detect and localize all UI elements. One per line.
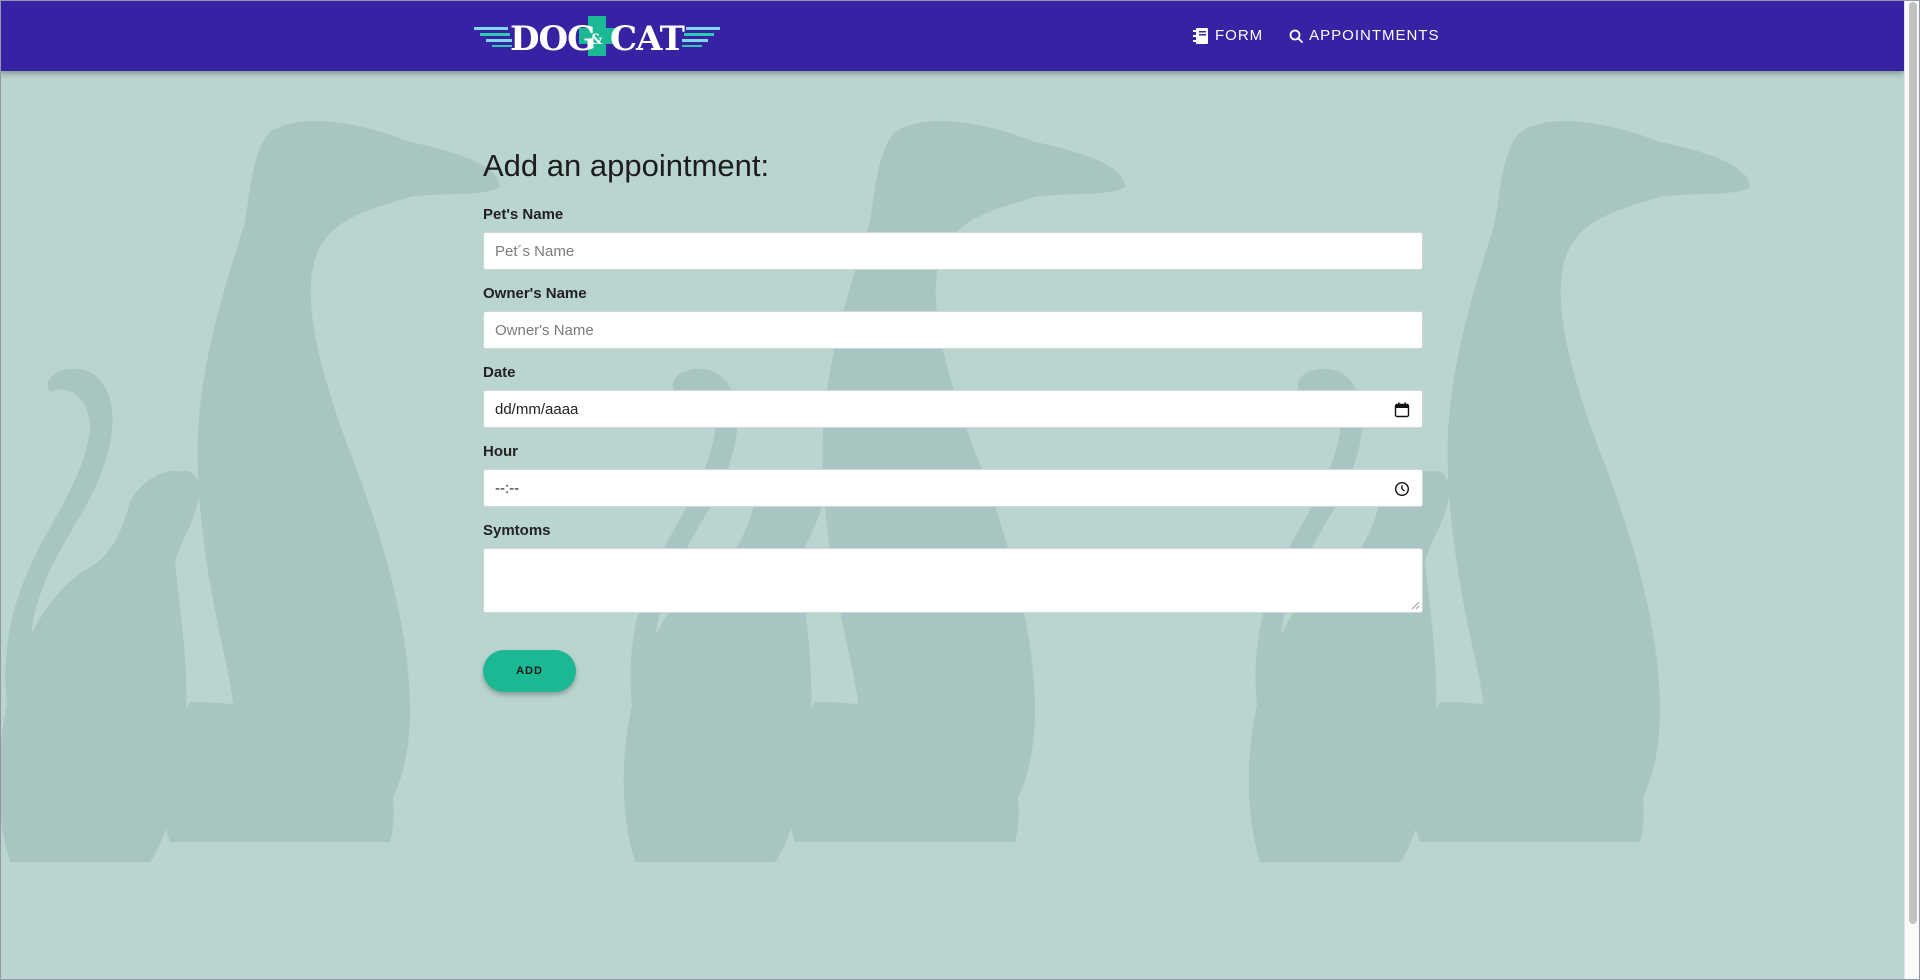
nav-link-appointments[interactable]: Appointments [1289,27,1453,44]
date-label: Date [483,364,516,381]
book-icon [1193,27,1208,44]
nav-link-appointments-label: Appointments [1309,27,1440,44]
symptoms-textarea[interactable] [483,548,1423,613]
owner-name-group: Owner's Name [483,285,1423,349]
pet-name-label: Pet's Name [483,206,564,223]
clock-icon[interactable] [1394,481,1410,497]
top-navbar: DOG & CAT Form Appointments [0,0,1904,71]
symptoms-group: Symtoms [483,522,1423,613]
add-button[interactable]: Add [483,650,576,692]
pet-name-input[interactable] [495,233,1411,269]
nav-link-form[interactable]: Form [1193,27,1277,45]
pet-name-field [483,232,1423,270]
scrollbar-thumb[interactable] [1909,2,1917,924]
owner-name-field [483,311,1423,349]
svg-text:CAT: CAT [610,19,685,58]
appointment-form: Add an appointment: Pet's Name Owner's N… [483,146,1423,692]
pet-name-group: Pet's Name [483,206,1423,270]
symptoms-label: Symtoms [483,522,551,539]
svg-text:DOG: DOG [510,19,595,58]
dog-and-cat-logo[interactable]: DOG & CAT [474,14,720,58]
page-scrollbar[interactable] [1904,0,1920,980]
date-input-value: dd/mm/aaaa [495,400,579,418]
form-title: Add an appointment: [483,148,770,183]
resize-grip-icon[interactable] [1411,601,1420,610]
date-group: Date dd/mm/aaaa [483,364,1423,428]
search-icon [1289,29,1304,43]
date-input[interactable]: dd/mm/aaaa [483,390,1423,428]
hour-label: Hour [483,443,518,460]
nav-links: Form Appointments [1193,0,1466,71]
owner-name-label: Owner's Name [483,285,587,302]
hour-group: Hour --:-- [483,443,1423,507]
calendar-icon[interactable] [1394,402,1410,418]
svg-text:&: & [590,32,603,48]
hour-input-value: --:-- [495,479,520,497]
nav-link-form-label: Form [1215,27,1264,44]
hour-input[interactable]: --:-- [483,469,1423,507]
owner-name-input[interactable] [495,312,1411,348]
